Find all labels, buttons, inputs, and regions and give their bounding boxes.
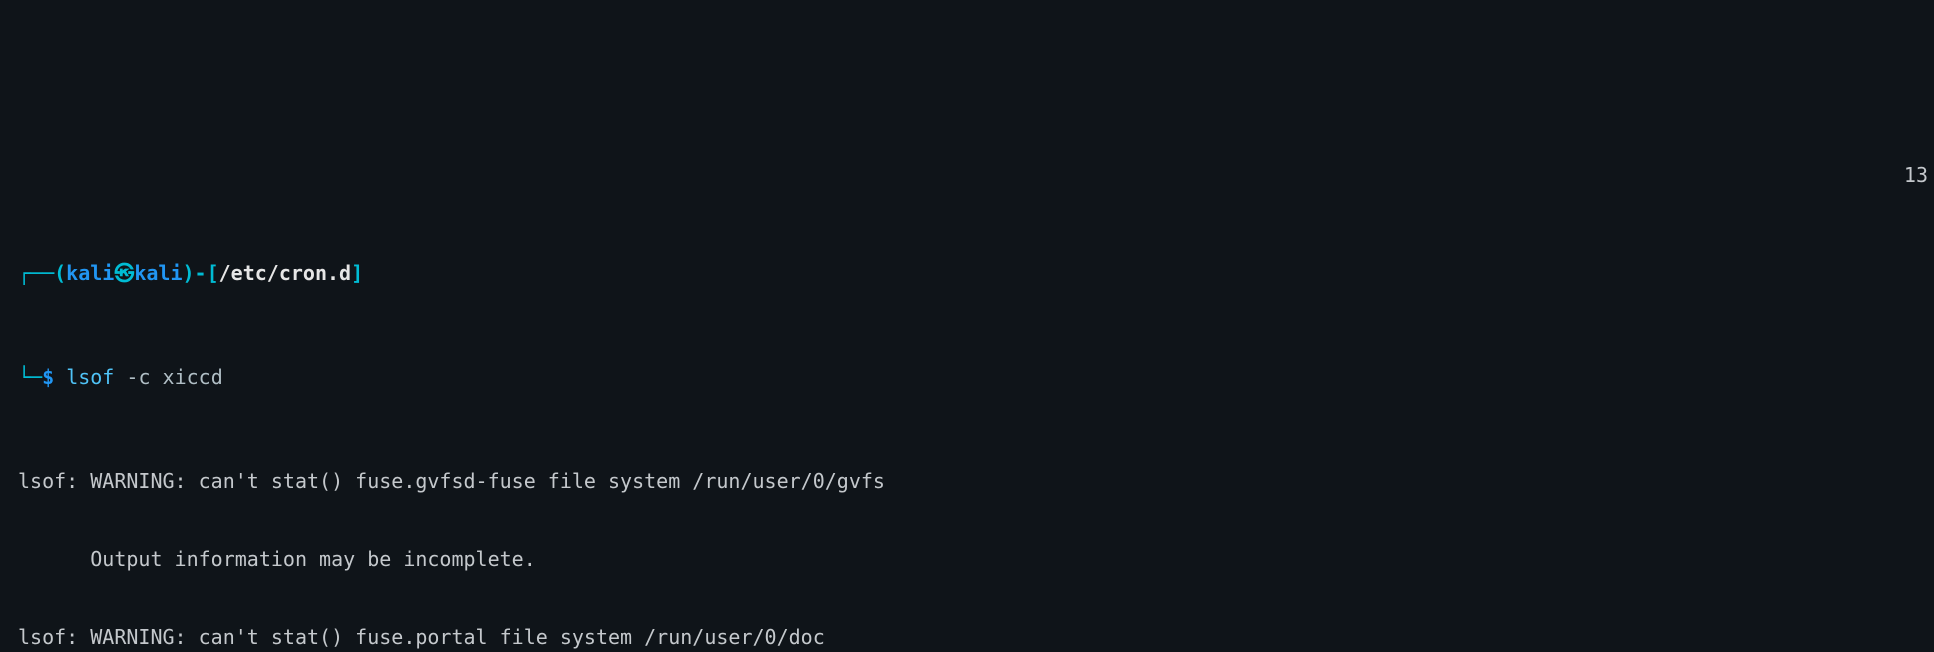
warning-line: lsof: WARNING: can't stat() fuse.portal … xyxy=(18,624,1916,650)
prompt-line-1: ┌──(kali㉿kali)-[/etc/cron.d] xyxy=(18,260,1916,286)
prompt-line-2[interactable]: └─$ lsof -c xiccd xyxy=(18,364,1916,390)
prompt-host: kali xyxy=(134,261,182,285)
prompt-corner-top: ┌──( xyxy=(18,261,66,285)
prompt-close: ] xyxy=(351,261,363,285)
prompt-path: /etc/cron.d xyxy=(219,261,351,285)
prompt-corner-end: )-[ xyxy=(183,261,219,285)
command-arg: xiccd xyxy=(163,365,223,389)
warning-line: Output information may be incomplete. xyxy=(18,546,1916,572)
prompt-corner-bot: └─ xyxy=(18,365,42,389)
command-flag: -c xyxy=(126,365,162,389)
terminal-window[interactable]: 13 ┌──(kali㉿kali)-[/etc/cron.d] └─$ lsof… xyxy=(0,130,1934,652)
prompt-user: kali xyxy=(66,261,114,285)
prompt-dollar: $ xyxy=(42,365,66,389)
scroll-indicator: 13 xyxy=(1904,162,1928,188)
prompt-sep: ㉿ xyxy=(114,261,134,285)
warning-line: lsof: WARNING: can't stat() fuse.gvfsd-f… xyxy=(18,468,1916,494)
command-name: lsof xyxy=(66,365,126,389)
